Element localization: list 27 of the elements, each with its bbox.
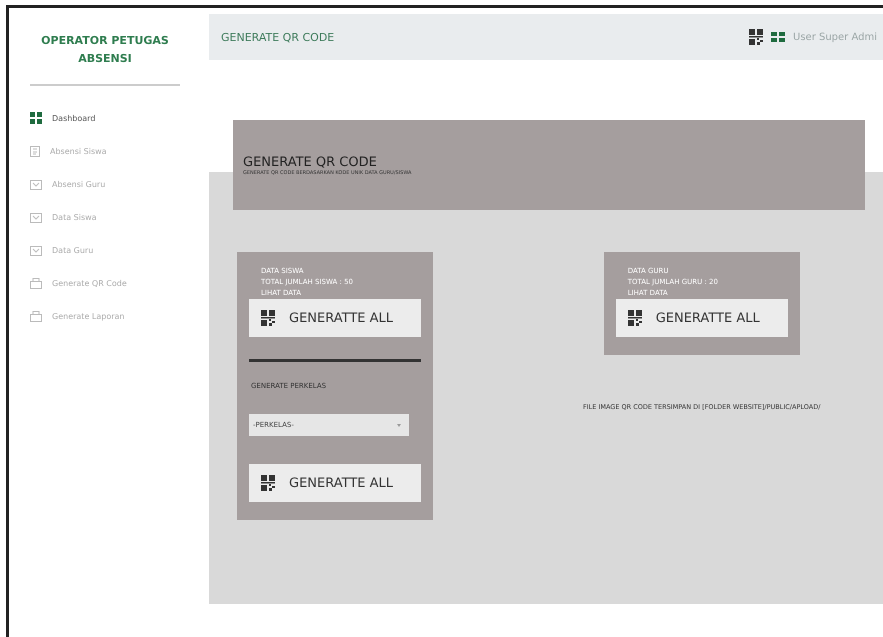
sidebar-item[interactable]: Data Siswa bbox=[30, 209, 180, 225]
sidebar-item[interactable]: Data Guru bbox=[30, 242, 180, 258]
user-name: User Super Admi bbox=[793, 32, 877, 42]
sidebar-item[interactable]: Generate Laporan bbox=[30, 308, 180, 324]
sidebar-item[interactable]: Absensi Siswa bbox=[30, 143, 180, 159]
clipboard-icon bbox=[30, 145, 40, 157]
sidebar-item[interactable]: Absensi Guru bbox=[30, 176, 180, 192]
calendar-icon bbox=[30, 212, 42, 222]
caret-icon bbox=[397, 424, 401, 426]
qr-code-icon bbox=[628, 310, 642, 326]
bag-icon bbox=[30, 277, 42, 289]
qr-code-icon bbox=[261, 475, 275, 491]
bag-icon bbox=[30, 310, 42, 322]
generate-all-button[interactable]: GENERATTE ALL bbox=[616, 299, 788, 337]
grid-icon bbox=[30, 112, 42, 124]
calendar-icon bbox=[30, 178, 42, 190]
calendar-icon bbox=[30, 244, 42, 256]
generate-all-button[interactable]: GENERATTE ALL bbox=[249, 299, 421, 337]
grid-icon[interactable] bbox=[771, 32, 786, 42]
qr-code-icon bbox=[749, 29, 764, 45]
app-title: OPERATOR PETUGAS ABSENSI bbox=[40, 33, 170, 67]
page-title: GENERATE QR CODE bbox=[221, 30, 336, 44]
sidebar-item[interactable]: Dashboard bbox=[30, 110, 180, 126]
sidebar-item[interactable]: Generate QR Code bbox=[30, 275, 180, 291]
qr-code-icon bbox=[261, 310, 275, 326]
generate-all-button[interactable]: GENERATTE ALL bbox=[249, 464, 421, 502]
banner-title: GENERATE QR CODE bbox=[243, 154, 378, 170]
